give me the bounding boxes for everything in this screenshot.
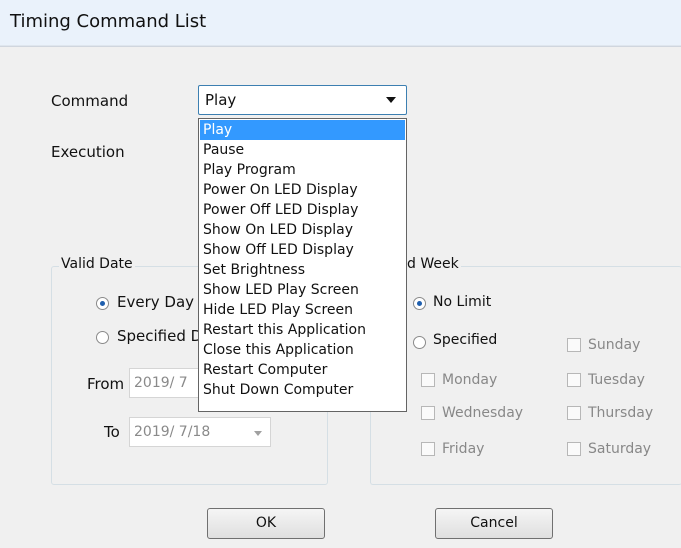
thursday-label: Thursday — [588, 405, 654, 421]
command-dropdown-list: Play Pause Play Program Power On LED Dis… — [198, 118, 407, 412]
dropdown-option-show-led-play-screen[interactable]: Show LED Play Screen — [200, 280, 405, 300]
tuesday-checkbox[interactable] — [567, 373, 581, 387]
friday-label: Friday — [442, 441, 485, 457]
command-select[interactable]: Play — [198, 85, 407, 115]
window-title: Timing Command List — [10, 11, 207, 32]
chevron-down-icon[interactable] — [254, 431, 262, 436]
every-day-radio[interactable] — [96, 297, 109, 310]
no-limit-label[interactable]: No Limit — [433, 294, 491, 310]
specified-date-label[interactable]: Specified D — [117, 327, 202, 345]
dialog-window: Timing Command List Command Play Executi… — [0, 0, 681, 548]
dropdown-option-hide-led-play-screen[interactable]: Hide LED Play Screen — [200, 300, 405, 320]
title-bar[interactable]: Timing Command List — [0, 0, 681, 46]
wednesday-checkbox[interactable] — [421, 406, 435, 420]
from-label: From — [87, 375, 125, 393]
cancel-button[interactable]: Cancel — [435, 508, 553, 539]
dropdown-option-restart-application[interactable]: Restart this Application — [200, 320, 405, 340]
friday-checkbox[interactable] — [421, 442, 435, 456]
tuesday-label: Tuesday — [588, 372, 645, 388]
command-label: Command — [51, 92, 129, 110]
specified-date-radio[interactable] — [96, 331, 109, 344]
saturday-label: Saturday — [588, 441, 652, 457]
dropdown-option-power-off-led[interactable]: Power Off LED Display — [200, 200, 405, 220]
dropdown-option-pause[interactable]: Pause — [200, 140, 405, 160]
monday-label: Monday — [442, 372, 498, 388]
to-date-value: 2019/ 7/18 — [134, 424, 211, 440]
dropdown-option-restart-computer[interactable]: Restart Computer — [200, 360, 405, 380]
specified-week-radio[interactable] — [413, 336, 426, 349]
sunday-label: Sunday — [588, 337, 641, 353]
command-selected-value: Play — [205, 91, 237, 109]
valid-date-group-label: Valid Date — [59, 256, 135, 272]
every-day-label[interactable]: Every Day — [117, 293, 194, 311]
thursday-checkbox[interactable] — [567, 406, 581, 420]
chevron-down-icon[interactable] — [386, 97, 396, 103]
no-limit-radio[interactable] — [413, 297, 426, 310]
dropdown-option-power-on-led[interactable]: Power On LED Display — [200, 180, 405, 200]
specified-week-label[interactable]: Specified — [433, 332, 497, 348]
saturday-checkbox[interactable] — [567, 442, 581, 456]
dropdown-option-set-brightness[interactable]: Set Brightness — [200, 260, 405, 280]
dropdown-option-show-off-led[interactable]: Show Off LED Display — [200, 240, 405, 260]
dropdown-option-close-application[interactable]: Close this Application — [200, 340, 405, 360]
valid-week-group-label: d Week — [405, 256, 461, 272]
dropdown-option-shut-down-computer[interactable]: Shut Down Computer — [200, 380, 405, 400]
to-label: To — [104, 423, 120, 441]
dropdown-option-play[interactable]: Play — [200, 120, 405, 140]
sunday-checkbox[interactable] — [567, 338, 581, 352]
to-date-picker[interactable]: 2019/ 7/18 — [129, 417, 271, 447]
execution-label: Execution — [51, 143, 125, 161]
wednesday-label: Wednesday — [442, 405, 524, 421]
monday-checkbox[interactable] — [421, 373, 435, 387]
dropdown-option-show-on-led[interactable]: Show On LED Display — [200, 220, 405, 240]
ok-button[interactable]: OK — [207, 508, 325, 539]
dropdown-option-play-program[interactable]: Play Program — [200, 160, 405, 180]
from-date-value: 2019/ 7 — [134, 375, 188, 391]
